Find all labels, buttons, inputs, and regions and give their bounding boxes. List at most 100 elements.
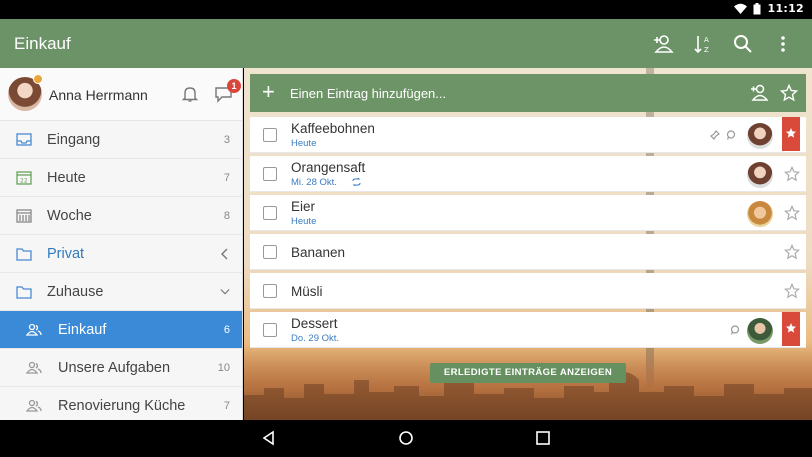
background-skyline bbox=[244, 372, 812, 420]
more-icon[interactable] bbox=[772, 33, 794, 55]
task-due-date: Do. 29 Okt. bbox=[291, 333, 340, 344]
shared-list-icon bbox=[26, 361, 42, 374]
sidebar-item-label: Privat bbox=[47, 246, 85, 262]
system-nav-bar bbox=[0, 420, 812, 457]
task-title: Bananen bbox=[291, 245, 346, 260]
task-title: Eier bbox=[291, 199, 316, 214]
assignee-avatar[interactable] bbox=[747, 318, 773, 344]
star-filled-icon bbox=[786, 323, 796, 333]
task-due-date: Mi. 28 Okt. bbox=[291, 177, 337, 188]
inbox-icon bbox=[16, 133, 32, 146]
app-bar: Einkauf AZ bbox=[0, 19, 812, 68]
task-checkbox[interactable] bbox=[263, 323, 277, 337]
sidebar-item-count: 6 bbox=[223, 324, 230, 336]
sidebar-item-count: 10 bbox=[217, 362, 230, 374]
task-row[interactable]: Kaffeebohnen Heute bbox=[250, 117, 806, 153]
week-icon bbox=[16, 209, 32, 223]
starred-ribbon[interactable] bbox=[782, 117, 800, 151]
profile-name: Anna Herrmann bbox=[49, 87, 148, 103]
sidebar-item-kitchen-renovation[interactable]: Renovierung Küche 7 bbox=[0, 387, 242, 420]
task-row[interactable]: Orangensaft Mi. 28 Okt. bbox=[250, 156, 806, 192]
wifi-icon bbox=[734, 3, 748, 14]
plus-icon: + bbox=[262, 79, 275, 104]
assignee-avatar[interactable] bbox=[747, 162, 773, 188]
today-icon: 22 bbox=[16, 171, 32, 185]
sidebar-item-count: 3 bbox=[223, 134, 230, 146]
task-row[interactable]: Bananen bbox=[250, 234, 806, 270]
sidebar-item-einkauf[interactable]: Einkauf 6 bbox=[0, 311, 242, 349]
star-outline-icon[interactable] bbox=[784, 205, 800, 221]
sidebar-item-label: Woche bbox=[47, 208, 92, 224]
task-checkbox[interactable] bbox=[263, 284, 277, 298]
chevron-down-icon[interactable] bbox=[220, 286, 230, 298]
page-title: Einkauf bbox=[14, 34, 71, 53]
shared-list-icon bbox=[26, 399, 42, 412]
show-completed-button[interactable]: ERLEDIGTE EINTRÄGE ANZEIGEN bbox=[430, 363, 626, 383]
assignee-avatar[interactable] bbox=[747, 201, 773, 227]
pin-icon bbox=[710, 130, 720, 140]
clock: 11:12 bbox=[767, 2, 804, 15]
repeat-icon bbox=[352, 178, 361, 186]
home-icon[interactable] bbox=[398, 430, 414, 446]
back-icon[interactable] bbox=[261, 430, 277, 446]
starred-ribbon[interactable] bbox=[782, 312, 800, 346]
task-title: Kaffeebohnen bbox=[291, 121, 375, 136]
task-checkbox[interactable] bbox=[263, 167, 277, 181]
comment-icon bbox=[726, 130, 736, 140]
sidebar-item-label: Renovierung Küche bbox=[58, 398, 186, 414]
task-row[interactable]: Eier Heute bbox=[250, 195, 806, 231]
add-task-input[interactable]: Einen Eintrag hinzufügen... bbox=[290, 86, 446, 101]
task-list-panel: + Einen Eintrag hinzufügen... Kaffeebohn… bbox=[244, 68, 812, 420]
battery-icon bbox=[753, 2, 761, 14]
task-due-date: Heute bbox=[291, 216, 317, 227]
sidebar-item-our-tasks[interactable]: Unsere Aufgaben 10 bbox=[0, 349, 242, 387]
sidebar-item-inbox[interactable]: Eingang 3 bbox=[0, 121, 242, 159]
svg-text:22: 22 bbox=[20, 178, 28, 185]
search-icon[interactable] bbox=[732, 33, 754, 55]
comment-icon bbox=[730, 325, 740, 335]
sidebar-item-today[interactable]: 22 Heute 7 bbox=[0, 159, 242, 197]
recents-icon[interactable] bbox=[535, 430, 551, 446]
sidebar-folder-private[interactable]: Privat bbox=[0, 235, 242, 273]
sidebar-item-label: Heute bbox=[47, 170, 86, 186]
sidebar-item-count: 7 bbox=[223, 172, 230, 184]
sidebar-item-label: Unsere Aufgaben bbox=[58, 360, 171, 376]
sidebar-item-count: 8 bbox=[223, 210, 230, 222]
sidebar-item-label: Eingang bbox=[47, 132, 101, 148]
shared-list-icon bbox=[26, 323, 42, 336]
add-task-bar[interactable]: + Einen Eintrag hinzufügen... bbox=[250, 74, 806, 112]
folder-icon bbox=[16, 286, 32, 299]
task-title: Dessert bbox=[291, 316, 338, 331]
task-title: Orangensaft bbox=[291, 160, 366, 175]
star-outline-icon[interactable] bbox=[784, 166, 800, 182]
notification-badge: 1 bbox=[227, 79, 241, 93]
task-due-date: Heute bbox=[291, 138, 317, 149]
pro-badge-icon bbox=[33, 74, 43, 84]
svg-text:Z: Z bbox=[704, 46, 709, 54]
bell-icon[interactable] bbox=[181, 85, 199, 103]
sidebar-folder-home[interactable]: Zuhause bbox=[0, 273, 242, 311]
assign-icon[interactable] bbox=[750, 84, 768, 102]
folder-icon bbox=[16, 248, 32, 261]
status-bar: 11:12 bbox=[0, 0, 812, 19]
star-outline-icon[interactable] bbox=[780, 84, 798, 102]
assignee-avatar[interactable] bbox=[747, 123, 773, 149]
add-member-icon[interactable] bbox=[652, 33, 674, 55]
task-checkbox[interactable] bbox=[263, 206, 277, 220]
task-checkbox[interactable] bbox=[263, 245, 277, 259]
task-title: Müsli bbox=[291, 284, 323, 299]
sidebar-item-count: 7 bbox=[223, 400, 230, 412]
sidebar: Anna Herrmann 1 Eingang 3 22 Heute 7 Woc… bbox=[0, 68, 243, 420]
star-outline-icon[interactable] bbox=[784, 283, 800, 299]
task-checkbox[interactable] bbox=[263, 128, 277, 142]
star-filled-icon bbox=[786, 128, 796, 138]
sidebar-item-label: Einkauf bbox=[58, 322, 107, 338]
task-row[interactable]: Müsli bbox=[250, 273, 806, 309]
sort-icon[interactable]: AZ bbox=[692, 33, 714, 55]
profile-header[interactable]: Anna Herrmann 1 bbox=[0, 68, 242, 121]
chevron-left-icon[interactable] bbox=[220, 248, 230, 260]
task-row[interactable]: Dessert Do. 29 Okt. bbox=[250, 312, 806, 348]
sidebar-item-week[interactable]: Woche 8 bbox=[0, 197, 242, 235]
star-outline-icon[interactable] bbox=[784, 244, 800, 260]
sidebar-item-label: Zuhause bbox=[47, 284, 104, 300]
